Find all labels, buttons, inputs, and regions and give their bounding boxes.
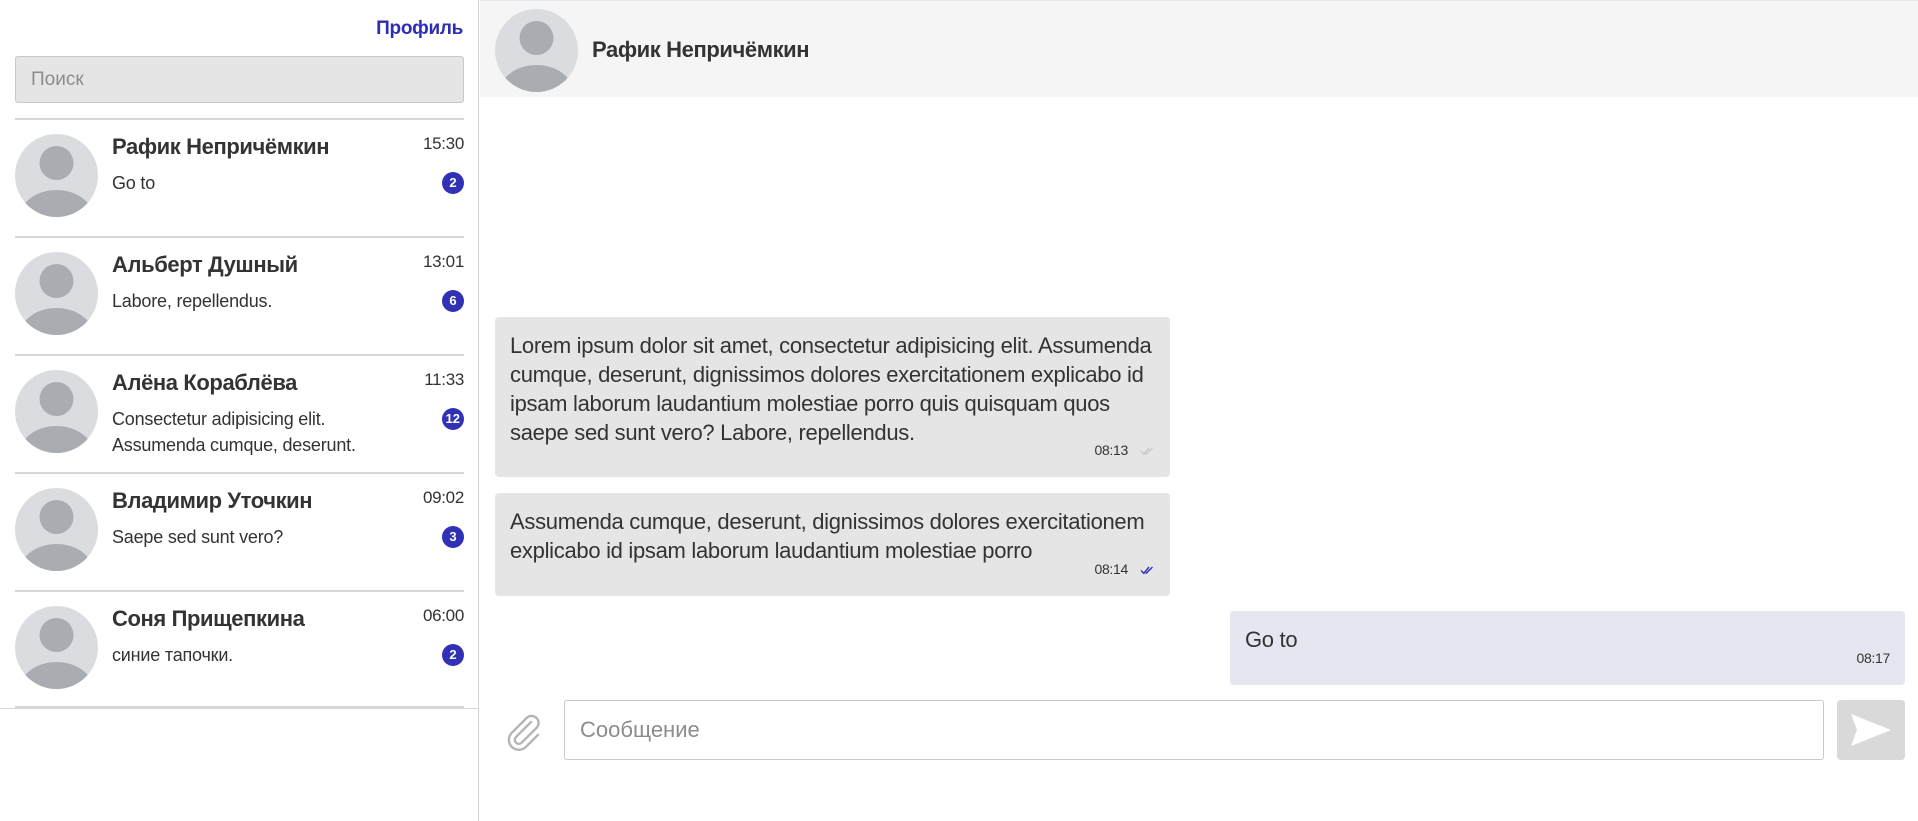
incoming-message: Assumenda cumque, deserunt, dignissimos … <box>495 493 1170 596</box>
double-check-icon <box>1140 446 1155 456</box>
avatar <box>15 370 98 453</box>
chat-time: 13:01 <box>422 252 464 271</box>
unread-badge: 2 <box>442 644 464 666</box>
chat-preview: Go to <box>112 173 156 193</box>
message-input[interactable] <box>564 700 1824 760</box>
chat-preview: Consectetur adipisicing elit. Assumenda … <box>112 409 356 455</box>
chat-name: Владимир Уточкин <box>112 488 313 513</box>
chat-sidebar: Профиль Рафик Непричёмкин Go to 15:30 2 … <box>0 0 479 821</box>
message-time: 08:13 <box>1094 442 1128 458</box>
chat-preview: синие тапочки. <box>112 645 233 665</box>
message-list: Lorem ipsum dolor sit amet, consectetur … <box>480 97 1918 687</box>
message-composer <box>480 698 1918 762</box>
chat-list-item[interactable]: Рафик Непричёмкин Go to 15:30 2 <box>15 118 464 236</box>
outgoing-message: Go to 08:17 <box>1230 611 1905 685</box>
user-placeholder-icon <box>499 21 574 92</box>
chat-name: Альберт Душный <box>112 252 298 277</box>
avatar <box>15 488 98 571</box>
message-meta: 08:14 <box>1094 555 1155 584</box>
divider <box>0 708 479 709</box>
chat-name: Соня Прищепкина <box>112 606 305 631</box>
chat-name: Рафик Непричёмкин <box>112 134 330 159</box>
message-meta: 08:17 <box>1856 644 1890 673</box>
user-placeholder-icon <box>19 618 94 689</box>
double-check-icon <box>1140 565 1155 575</box>
message-text: Go to <box>1245 627 1298 652</box>
chat-list: Рафик Непричёмкин Go to 15:30 2 Альберт … <box>0 118 479 708</box>
message-text: Lorem ipsum dolor sit amet, consectetur … <box>510 333 1152 445</box>
message-meta: 08:13 <box>1094 436 1155 465</box>
message-text: Assumenda cumque, deserunt, dignissimos … <box>510 509 1145 563</box>
avatar[interactable] <box>495 9 578 92</box>
avatar <box>15 252 98 335</box>
chat-time: 09:02 <box>422 488 464 507</box>
chat-preview: Saepe sed sunt vero? <box>112 527 284 547</box>
user-placeholder-icon <box>19 264 94 335</box>
send-arrow-icon <box>1851 714 1891 746</box>
user-placeholder-icon <box>19 500 94 571</box>
unread-badge: 3 <box>442 526 464 548</box>
search-input[interactable] <box>15 56 464 103</box>
profile-link[interactable]: Профиль <box>376 18 463 40</box>
chat-name: Алёна Кораблёва <box>112 370 297 395</box>
paperclip-icon[interactable] <box>500 708 544 752</box>
chat-preview: Labore, repellendus. <box>112 291 273 311</box>
unread-badge: 6 <box>442 290 464 312</box>
unread-badge: 12 <box>441 408 464 430</box>
chat-time: 11:33 <box>424 370 464 389</box>
avatar <box>15 606 98 689</box>
conversation-header: Рафик Непричёмкин <box>480 0 1918 97</box>
unread-badge: 2 <box>442 172 464 194</box>
chat-list-item[interactable]: Алёна Кораблёва Consectetur adipisicing … <box>15 354 464 472</box>
chat-list-item[interactable]: Альберт Душный Labore, repellendus. 13:0… <box>15 236 464 354</box>
incoming-message: Lorem ipsum dolor sit amet, consectetur … <box>495 317 1170 477</box>
chat-time: 15:30 <box>422 134 464 153</box>
user-placeholder-icon <box>19 382 94 453</box>
user-placeholder-icon <box>19 146 94 217</box>
chat-time: 06:00 <box>422 606 464 625</box>
chat-list-item[interactable]: Владимир Уточкин Saepe sed sunt vero? 09… <box>15 472 464 590</box>
message-time: 08:17 <box>1856 650 1890 666</box>
send-button[interactable] <box>1837 700 1905 760</box>
conversation-pane: Рафик Непричёмкин Lorem ipsum dolor sit … <box>480 0 1918 821</box>
conversation-title: Рафик Непричёмкин <box>592 37 810 62</box>
message-time: 08:14 <box>1094 561 1128 577</box>
chat-list-item[interactable]: Соня Прищепкина синие тапочки. 06:00 2 <box>15 590 464 708</box>
avatar <box>15 134 98 217</box>
